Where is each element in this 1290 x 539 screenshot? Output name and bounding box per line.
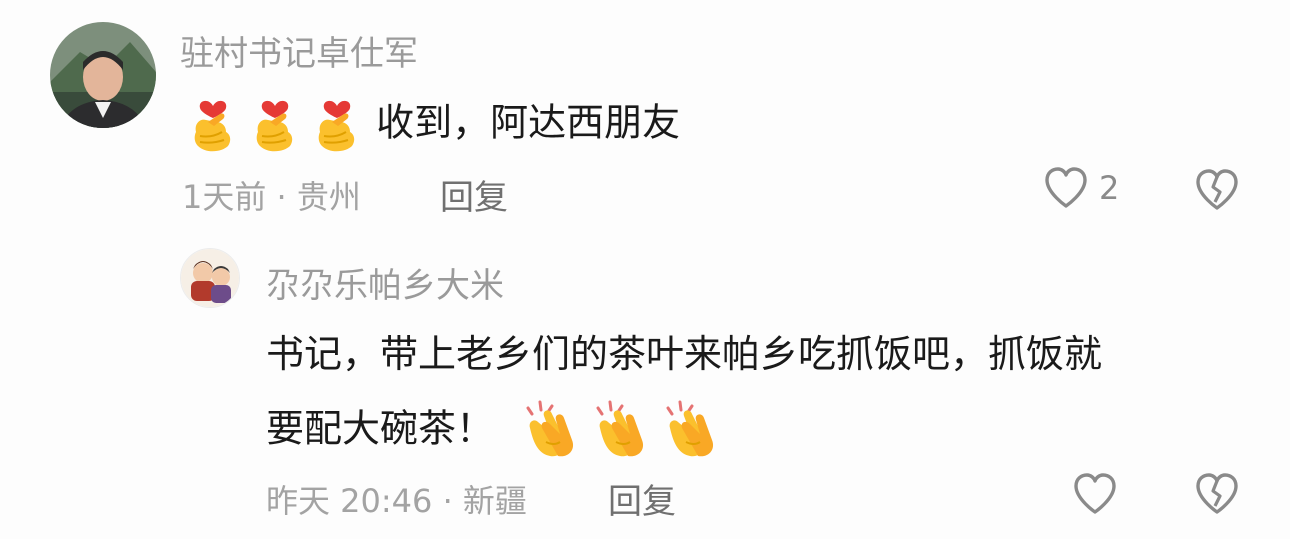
comment-meta: 1天前 · 贵州 bbox=[182, 178, 361, 216]
finger-heart-emoji-group bbox=[186, 92, 364, 154]
user-avatar[interactable] bbox=[180, 248, 240, 308]
comment-meta: 昨天 20:46 · 新疆 bbox=[266, 482, 527, 520]
comment-text-line: 要配大碗茶！ bbox=[266, 406, 495, 451]
finger-heart-icon bbox=[256, 100, 293, 151]
reply-button[interactable]: 回复 bbox=[440, 170, 508, 219]
clapping-emoji-group bbox=[520, 398, 722, 460]
clapping-hands-icon bbox=[526, 400, 574, 456]
like-count: 2 bbox=[1099, 169, 1120, 207]
user-avatar[interactable] bbox=[50, 22, 156, 128]
reply-button[interactable]: 回复 bbox=[608, 474, 676, 523]
comment-text: 收到，阿达西朋友 bbox=[186, 88, 680, 155]
comment-username[interactable]: 尕尕乐帕乡大米 bbox=[266, 258, 504, 307]
finger-heart-icon bbox=[318, 100, 355, 151]
finger-heart-icon bbox=[194, 100, 231, 151]
like-button[interactable]: 2 bbox=[1043, 166, 1119, 210]
dislike-button[interactable] bbox=[1194, 168, 1240, 216]
comment-text: 书记，带上老乡们的茶叶来帕乡吃抓饭吧，抓饭就 要配大碗茶！ bbox=[266, 318, 1256, 465]
heart-outline-icon bbox=[1074, 473, 1116, 514]
comment-text-line: 书记，带上老乡们的茶叶来帕乡吃抓饭吧，抓饭就 bbox=[266, 332, 1103, 376]
like-button[interactable] bbox=[1072, 472, 1128, 516]
clapping-hands-icon bbox=[666, 400, 714, 456]
dislike-button[interactable] bbox=[1194, 472, 1240, 520]
broken-heart-icon bbox=[1196, 473, 1238, 514]
heart-outline-icon bbox=[1045, 167, 1087, 208]
comment-text-body: 收到，阿达西朋友 bbox=[376, 100, 681, 145]
broken-heart-icon bbox=[1196, 169, 1238, 210]
clapping-hands-icon bbox=[596, 400, 644, 456]
comment-username[interactable]: 驻村书记卓仕军 bbox=[180, 26, 418, 75]
